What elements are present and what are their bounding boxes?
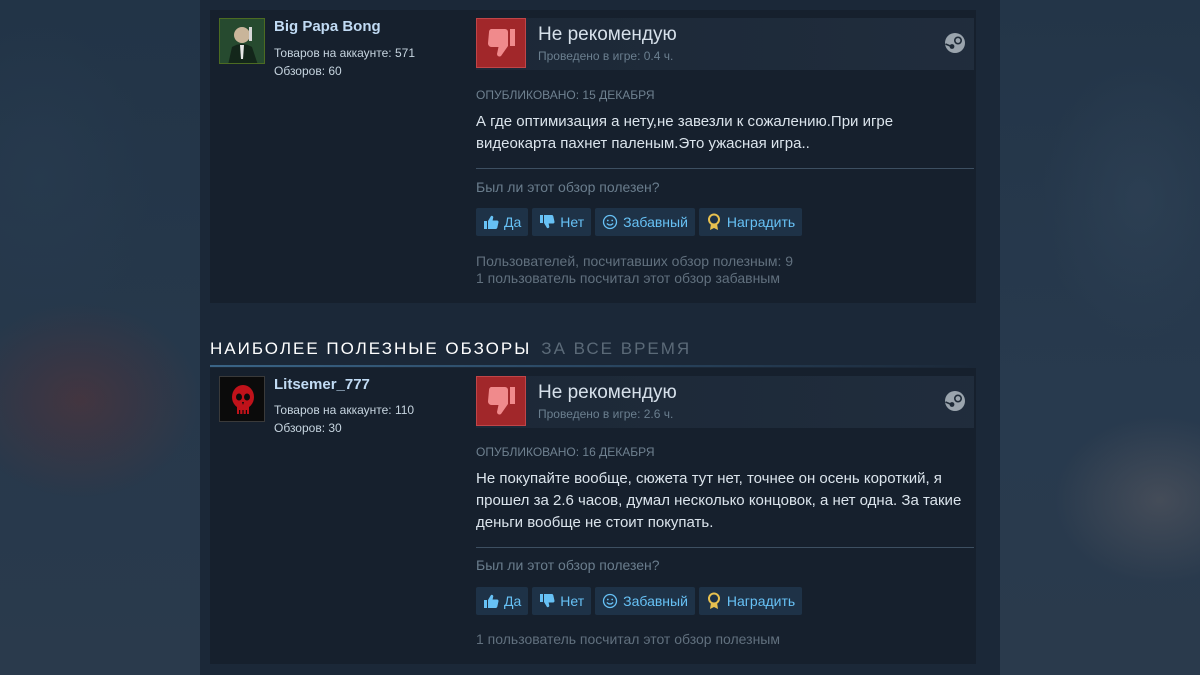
vote-yes-button[interactable]: Да [476, 587, 529, 615]
reviews-count[interactable]: Обзоров: 60 [274, 64, 342, 78]
posted-date: ОПУБЛИКОВАНО: 15 ДЕКАБРЯ [476, 88, 655, 102]
vote-funny-button[interactable]: Забавный [595, 587, 695, 615]
award-label: Наградить [726, 593, 796, 609]
thumbs-up-icon [482, 213, 500, 231]
products-count[interactable]: Товаров на аккаунте: 110 [274, 403, 414, 417]
award-label: Наградить [726, 214, 796, 230]
thumbs-down-icon [538, 592, 556, 610]
products-count[interactable]: Товаров на аккаунте: 571 [274, 46, 415, 60]
author-name[interactable]: Litsemer_777 [274, 376, 370, 393]
award-button[interactable]: Наградить [698, 587, 803, 615]
vote-no-button[interactable]: Нет [532, 587, 592, 615]
vote-yes-label: Да [504, 593, 522, 609]
review-text: А где оптимизация а нету,не завезли к со… [476, 113, 894, 152]
smiley-icon [601, 592, 619, 610]
vote-no-label: Нет [560, 214, 585, 230]
vote-no-button[interactable]: Нет [532, 208, 592, 236]
skull-avatar-icon [220, 377, 264, 421]
user-avatar[interactable] [219, 376, 265, 422]
divider [476, 547, 974, 548]
divider [476, 168, 974, 169]
section-title: НАИБОЛЕЕ ПОЛЕЗНЫЕ ОБЗОРЫ ЗА ВСЕ ВРЕМЯ [210, 339, 691, 359]
review-card: Big Papa Bong Товаров на аккаунте: 571 О… [210, 10, 976, 303]
hours-played: Проведено в игре: 2.6 ч. [538, 407, 674, 421]
smiley-icon [601, 213, 619, 231]
user-avatar[interactable] [219, 18, 265, 64]
steam-icon [944, 32, 966, 59]
vote-yes-label: Да [504, 214, 522, 230]
award-button[interactable]: Наградить [698, 208, 803, 236]
vote-header[interactable]: Не рекомендую Проведено в игре: 0.4 ч. [476, 18, 974, 70]
thumbs-down-icon [538, 213, 556, 231]
funny-count: 1 пользователь посчитал этот обзор забав… [476, 270, 780, 286]
review-text: Не покупайте вообще, сюжета тут нет, точ… [476, 470, 962, 531]
steam-icon [944, 390, 966, 417]
verdict-title: Не рекомендую [538, 24, 677, 45]
vote-buttons: Да Нет Забавный Наградить [476, 587, 803, 615]
helpful-question: Был ли этот обзор полезен? [476, 179, 660, 195]
posted-date: ОПУБЛИКОВАНО: 16 ДЕКАБРЯ [476, 445, 655, 459]
avatar-image-icon [220, 19, 264, 63]
review-card: Litsemer_777 Товаров на аккаунте: 110 Об… [210, 368, 976, 664]
helpful-question: Был ли этот обзор полезен? [476, 557, 660, 573]
vote-funny-button[interactable]: Забавный [595, 208, 695, 236]
award-medal-icon [705, 592, 723, 610]
helpful-count: Пользователей, посчитавших обзор полезны… [476, 253, 794, 269]
vote-yes-button[interactable]: Да [476, 208, 529, 236]
vote-buttons: Да Нет Забавный Наградить [476, 208, 803, 236]
vote-funny-label: Забавный [623, 214, 688, 230]
vote-funny-label: Забавный [623, 593, 688, 609]
reviews-column: Big Papa Bong Товаров на аккаунте: 571 О… [200, 0, 1000, 675]
thumbs-down-icon [476, 376, 526, 426]
award-medal-icon [705, 213, 723, 231]
thumbs-up-icon [482, 592, 500, 610]
author-name[interactable]: Big Papa Bong [274, 18, 381, 35]
thumbs-down-icon [476, 18, 526, 68]
vote-header[interactable]: Не рекомендую Проведено в игре: 2.6 ч. [476, 376, 974, 428]
reviews-count[interactable]: Обзоров: 30 [274, 421, 342, 435]
section-divider [210, 365, 976, 367]
section-title-main: НАИБОЛЕЕ ПОЛЕЗНЫЕ ОБЗОРЫ [210, 339, 532, 358]
verdict-title: Не рекомендую [538, 382, 677, 403]
hours-played: Проведено в игре: 0.4 ч. [538, 49, 674, 63]
section-title-period[interactable]: ЗА ВСЕ ВРЕМЯ [541, 339, 691, 358]
helpful-count: 1 пользователь посчитал этот обзор полез… [476, 631, 780, 647]
background-left [0, 0, 200, 675]
vote-no-label: Нет [560, 593, 585, 609]
background-right [1000, 0, 1200, 675]
